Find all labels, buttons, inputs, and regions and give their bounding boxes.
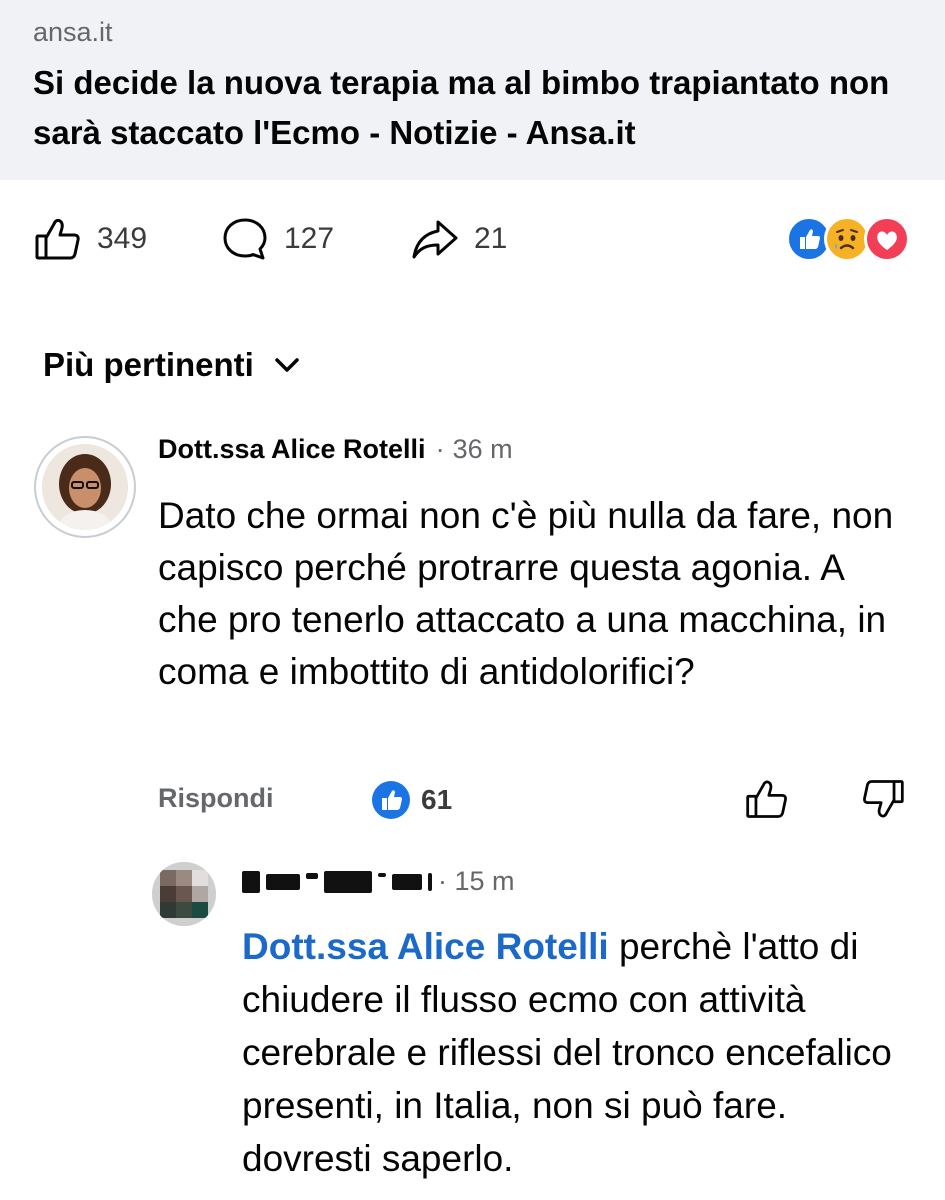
comment-like-count: 61 — [421, 784, 453, 815]
chevron-down-icon — [275, 358, 299, 372]
comment-sort-dropdown[interactable]: Più pertinenti — [43, 346, 302, 384]
comment-button[interactable]: 127 — [220, 214, 334, 264]
thumbs-up-icon[interactable] — [744, 776, 790, 822]
link-preview-card[interactable]: ansa.it Si decide la nuova terapia ma al… — [0, 0, 945, 180]
reply-time[interactable]: · 15 m — [438, 866, 515, 897]
share-arrow-icon — [412, 220, 458, 259]
thumbs-down-icon[interactable] — [860, 776, 906, 822]
like-button[interactable]: 349 — [33, 214, 147, 264]
meta-separator: · — [438, 866, 447, 896]
share-button[interactable]: 21 — [410, 214, 507, 264]
commenter-avatar[interactable] — [34, 436, 136, 538]
meta-separator: · — [435, 434, 445, 464]
link-title[interactable]: Si decide la nuova terapia ma al bimbo t… — [33, 58, 913, 158]
profile-photo — [42, 444, 128, 530]
comment-body: Dato che ormai non c'è più nulla da fare… — [158, 495, 894, 692]
reply-body: Dott.ssa Alice Rotelli perchè l'atto di … — [242, 920, 918, 1185]
comment-author[interactable]: Dott.ssa Alice Rotelli — [158, 434, 426, 465]
comment-header: Dott.ssa Alice Rotelli · 36 m — [158, 434, 513, 465]
comment-reaction-count[interactable]: 61 — [371, 780, 452, 820]
reply-button[interactable]: Rispondi — [158, 776, 274, 820]
thumbs-up-icon — [35, 218, 80, 260]
share-count: 21 — [474, 222, 508, 255]
link-domain: ansa.it — [33, 17, 113, 47]
reply-avatar[interactable] — [152, 862, 216, 926]
comment-actions: Rispondi 61 — [158, 776, 918, 826]
pixelated-photo — [152, 862, 216, 926]
reaction-summary[interactable] — [786, 216, 914, 264]
comment-count: 127 — [284, 222, 335, 255]
comment-bubble-icon — [223, 218, 267, 260]
reply-time-value: 15 m — [454, 866, 515, 896]
reply-header: · 15 m — [242, 866, 515, 897]
redacted-author-name[interactable] — [242, 870, 432, 893]
like-reaction-icon — [372, 781, 410, 819]
mention-link[interactable]: Dott.ssa Alice Rotelli — [242, 926, 609, 967]
love-reaction-icon — [864, 216, 910, 262]
like-count: 349 — [97, 222, 148, 255]
sort-label: Più pertinenti — [43, 346, 254, 383]
comment-time[interactable]: 36 m — [453, 434, 513, 465]
post-action-bar: 349 127 21 — [0, 200, 945, 280]
